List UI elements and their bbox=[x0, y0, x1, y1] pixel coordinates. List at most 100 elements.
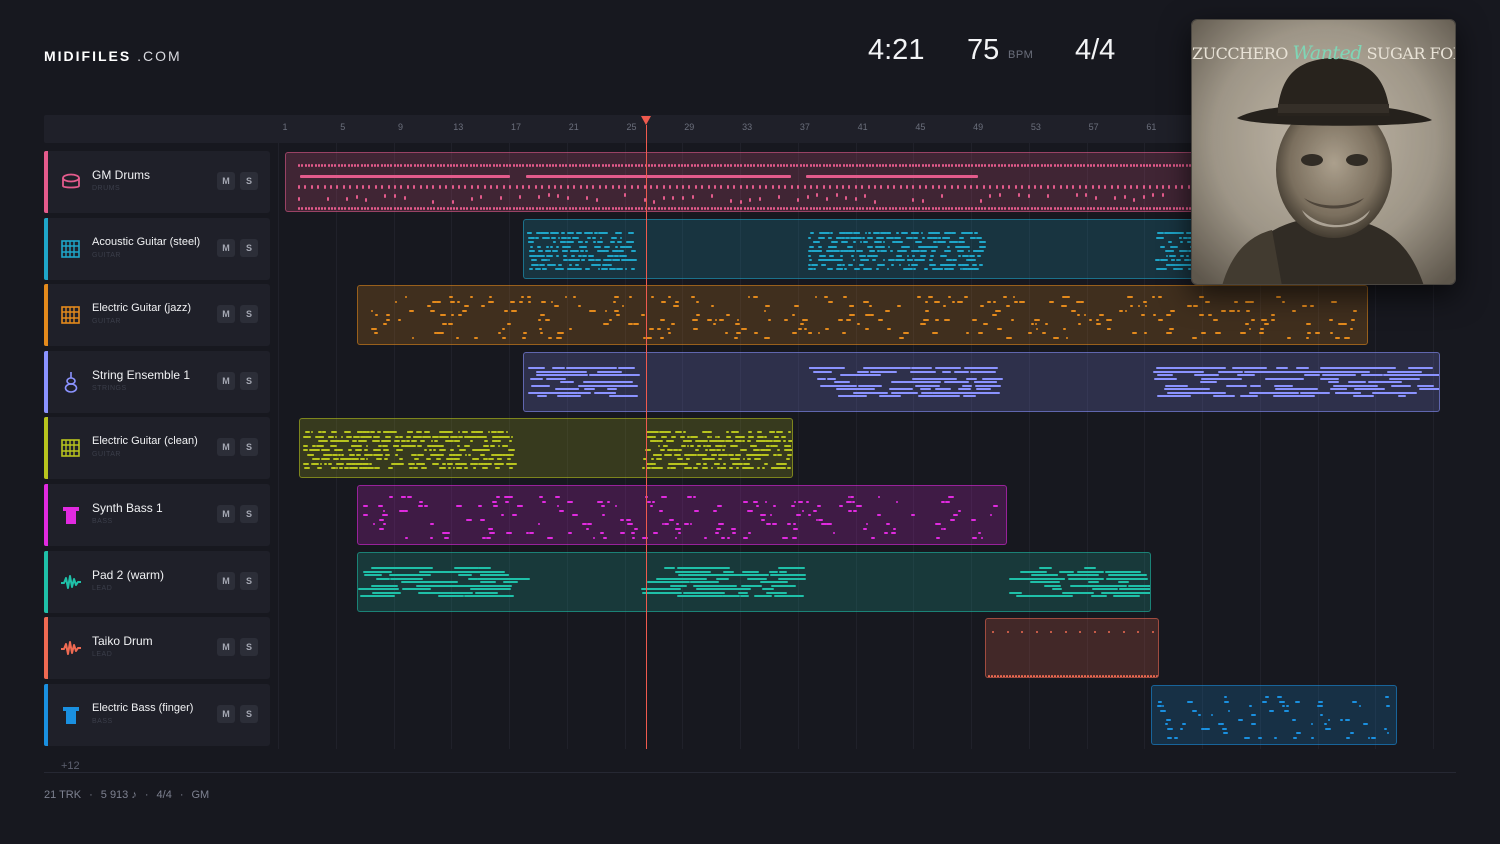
midi-note bbox=[538, 496, 543, 498]
midi-note bbox=[567, 500, 574, 503]
playhead-handle[interactable] bbox=[641, 116, 651, 125]
track-header-3[interactable]: Electric Guitar (jazz) GUITAR M S bbox=[44, 284, 270, 346]
midi-note bbox=[812, 241, 818, 243]
mute-button[interactable]: M bbox=[217, 172, 235, 190]
midi-note bbox=[664, 435, 668, 438]
mute-button[interactable]: M bbox=[217, 239, 235, 257]
track-header-7[interactable]: Pad 2 (warm) LEAD M S bbox=[44, 551, 270, 613]
midi-note bbox=[685, 567, 715, 569]
solo-button[interactable]: S bbox=[240, 438, 258, 456]
midi-note bbox=[962, 254, 969, 257]
playhead[interactable] bbox=[646, 125, 647, 749]
midi-note bbox=[837, 263, 840, 266]
grid-line bbox=[278, 143, 279, 749]
mute-button[interactable]: M bbox=[217, 372, 235, 390]
midi-note bbox=[967, 268, 974, 270]
track-header-5[interactable]: Electric Guitar (clean) GUITAR M S bbox=[44, 417, 270, 479]
midi-note bbox=[1221, 309, 1227, 312]
midi-note bbox=[764, 500, 768, 503]
midi-note bbox=[1176, 259, 1182, 261]
mute-button[interactable]: M bbox=[217, 438, 235, 456]
midi-note bbox=[961, 164, 964, 167]
midi-note bbox=[611, 164, 614, 167]
solo-button[interactable]: S bbox=[240, 572, 258, 590]
midi-note bbox=[508, 467, 514, 469]
solo-button[interactable]: S bbox=[240, 505, 258, 523]
solo-button[interactable]: S bbox=[240, 239, 258, 257]
solo-button[interactable]: S bbox=[240, 705, 258, 723]
midi-note bbox=[878, 245, 885, 248]
track-header-2[interactable]: Acoustic Guitar (steel) GUITAR M S bbox=[44, 218, 270, 280]
midi-note bbox=[961, 207, 964, 210]
midi-note bbox=[721, 536, 726, 539]
midi-note bbox=[503, 581, 518, 583]
midi-note bbox=[357, 207, 360, 210]
midi-note bbox=[1198, 714, 1201, 716]
midi-note bbox=[835, 164, 838, 167]
midi-note bbox=[994, 207, 997, 210]
midi-note bbox=[707, 164, 710, 167]
midi-note bbox=[835, 193, 838, 197]
midi-note bbox=[360, 207, 363, 210]
midi-note bbox=[1014, 164, 1017, 167]
mute-button[interactable]: M bbox=[217, 305, 235, 323]
midi-note bbox=[918, 164, 921, 167]
midi-note bbox=[439, 164, 442, 167]
midi-clip[interactable] bbox=[523, 352, 1441, 412]
mute-button[interactable]: M bbox=[217, 505, 235, 523]
solo-button[interactable]: S bbox=[240, 638, 258, 656]
midi-note bbox=[802, 207, 805, 210]
midi-note bbox=[463, 444, 471, 447]
midi-note bbox=[799, 164, 802, 167]
brand-logo[interactable]: MIDIFILES .COM bbox=[44, 48, 182, 64]
midi-note bbox=[1168, 185, 1171, 189]
midi-note bbox=[1335, 336, 1340, 339]
midi-note bbox=[979, 241, 987, 243]
midi-note bbox=[387, 185, 390, 189]
solo-button[interactable]: S bbox=[240, 172, 258, 190]
midi-note bbox=[954, 164, 957, 167]
track-header-4[interactable]: String Ensemble 1 STRINGS M S bbox=[44, 351, 270, 413]
midi-note bbox=[1123, 195, 1126, 199]
midi-clip[interactable] bbox=[299, 418, 794, 478]
midi-note bbox=[480, 518, 485, 521]
mute-button[interactable]: M bbox=[217, 638, 235, 656]
midi-clip[interactable] bbox=[285, 152, 1224, 212]
midi-note bbox=[331, 444, 338, 447]
midi-note bbox=[1144, 332, 1148, 334]
more-tracks-count[interactable]: +12 bbox=[61, 760, 80, 772]
midi-note bbox=[705, 449, 709, 451]
midi-note bbox=[1005, 336, 1012, 339]
midi-clip[interactable] bbox=[357, 485, 1007, 545]
midi-clip[interactable] bbox=[357, 285, 1368, 345]
midi-note bbox=[502, 207, 505, 210]
track-header-9[interactable]: Electric Bass (finger) BASS M S bbox=[44, 684, 270, 746]
solo-button[interactable]: S bbox=[240, 372, 258, 390]
midi-note bbox=[564, 245, 571, 248]
midi-note bbox=[1072, 675, 1075, 677]
track-header-1[interactable]: GM Drums DRUMS M S bbox=[44, 151, 270, 213]
midi-note bbox=[895, 207, 898, 210]
midi-clip[interactable] bbox=[985, 618, 1159, 678]
midi-note bbox=[382, 323, 388, 325]
midi-note bbox=[1143, 300, 1147, 303]
mute-button[interactable]: M bbox=[217, 705, 235, 723]
mute-button[interactable]: M bbox=[217, 572, 235, 590]
midi-note bbox=[1259, 332, 1265, 334]
track-header-8[interactable]: Taiko Drum LEAD M S bbox=[44, 617, 270, 679]
midi-note bbox=[476, 164, 479, 167]
midi-clip[interactable] bbox=[523, 219, 1224, 279]
midi-clip[interactable] bbox=[1151, 685, 1397, 745]
midi-note bbox=[546, 377, 566, 380]
track-category: GUITAR bbox=[92, 252, 121, 259]
midi-note bbox=[403, 207, 406, 210]
midi-note bbox=[822, 367, 846, 369]
midi-note bbox=[695, 588, 721, 590]
midi-note bbox=[652, 462, 657, 465]
midi-clip[interactable] bbox=[357, 552, 1152, 612]
midi-note bbox=[793, 164, 795, 167]
track-header-6[interactable]: Synth Bass 1 BASS M S bbox=[44, 484, 270, 546]
solo-button[interactable]: S bbox=[240, 305, 258, 323]
midi-note bbox=[1137, 631, 1140, 633]
midi-note bbox=[470, 197, 473, 201]
